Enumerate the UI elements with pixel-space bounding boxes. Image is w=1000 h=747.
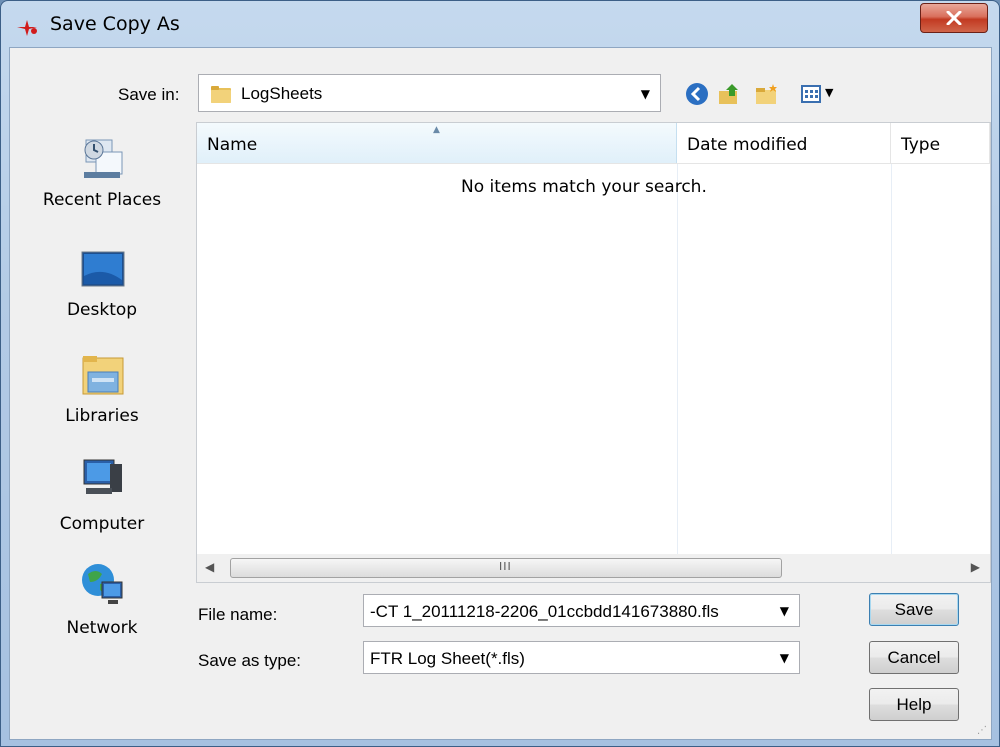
save-copy-as-dialog: Save Copy As Save in: LogSheets ▼ ▼ Rece… — [0, 0, 1000, 747]
network-icon — [82, 564, 123, 604]
place-label: Network — [66, 618, 138, 638]
column-type-label: Type — [901, 135, 941, 155]
column-header-date-modified[interactable]: Date modified — [677, 123, 891, 163]
column-name-label: Name — [207, 135, 258, 155]
dropdown-arrow-icon: ▼ — [779, 651, 789, 665]
file-name-value: -CT 1_20111218-2206_01ccbdd141673880.fls — [370, 602, 719, 621]
scrollbar-thumb[interactable]: III — [230, 558, 782, 578]
libraries-icon — [82, 356, 124, 395]
place-computer[interactable]: Computer — [10, 452, 194, 536]
scroll-grip: III — [499, 560, 512, 573]
save-in-value: LogSheets — [241, 84, 323, 103]
dropdown-arrow-icon: ▼ — [640, 87, 650, 101]
save-in-label: Save in: — [118, 85, 180, 104]
place-label: Computer — [59, 514, 145, 534]
scroll-left-icon[interactable]: ◀ — [205, 560, 214, 574]
column-header-name[interactable]: Name ▲ — [197, 123, 677, 163]
place-libraries[interactable]: Libraries — [10, 348, 194, 432]
column-divider — [677, 164, 678, 554]
folder-icon — [211, 86, 231, 103]
desktop-icon — [81, 251, 125, 287]
new-folder-icon[interactable] — [755, 82, 779, 106]
scroll-right-icon[interactable]: ▶ — [971, 560, 980, 574]
dialog-client-area: Save in: LogSheets ▼ ▼ Recent Places Des… — [9, 47, 992, 740]
empty-message: No items match your search. — [461, 177, 707, 197]
title-bar[interactable]: Save Copy As — [1, 1, 999, 47]
dropdown-arrow-icon[interactable]: ▼ — [780, 604, 789, 618]
place-recent-places[interactable]: Recent Places — [10, 136, 194, 220]
save-in-dropdown[interactable]: LogSheets ▼ — [198, 74, 661, 112]
back-icon[interactable] — [685, 82, 709, 106]
save-as-type-dropdown[interactable]: FTR Log Sheet(*.fls) ▼ — [363, 641, 800, 674]
file-name-label: File name: — [198, 605, 278, 624]
computer-icon — [83, 459, 122, 494]
place-label: Libraries — [65, 406, 139, 426]
save-as-type-value: FTR Log Sheet(*.fls) — [370, 649, 525, 668]
cancel-button[interactable]: Cancel — [869, 641, 959, 674]
places-bar: Recent Places Desktop Libraries Computer… — [10, 124, 194, 684]
close-button[interactable] — [920, 3, 988, 33]
resize-grip-icon[interactable]: ⋰ — [977, 725, 987, 736]
app-logo-icon — [17, 20, 37, 36]
view-grid-icon — [801, 85, 821, 103]
column-date-label: Date modified — [687, 135, 808, 155]
window-title: Save Copy As — [50, 13, 180, 35]
close-icon — [946, 11, 962, 25]
column-header-type[interactable]: Type — [891, 123, 990, 163]
help-button[interactable]: Help — [869, 688, 959, 721]
file-name-combo[interactable]: -CT 1_20111218-2206_01ccbdd141673880.fls… — [363, 594, 800, 627]
sort-ascending-icon: ▲ — [433, 125, 440, 135]
recent-places-icon — [84, 139, 123, 178]
place-network[interactable]: Network — [10, 560, 194, 644]
save-as-type-label: Save as type: — [198, 651, 302, 670]
view-menu-button[interactable]: ▼ — [800, 82, 838, 106]
place-desktop[interactable]: Desktop — [10, 244, 194, 328]
up-folder-icon[interactable] — [718, 82, 742, 106]
chevron-down-icon: ▼ — [825, 86, 834, 99]
list-header: Name ▲ Date modified Type — [197, 123, 990, 164]
place-label: Recent Places — [42, 190, 162, 210]
file-list-view[interactable]: Name ▲ Date modified Type No items match… — [196, 122, 991, 583]
column-divider — [891, 164, 892, 554]
save-button[interactable]: Save — [869, 593, 959, 626]
place-label: Desktop — [66, 300, 138, 320]
horizontal-scrollbar[interactable]: ◀ III ▶ — [197, 554, 990, 582]
